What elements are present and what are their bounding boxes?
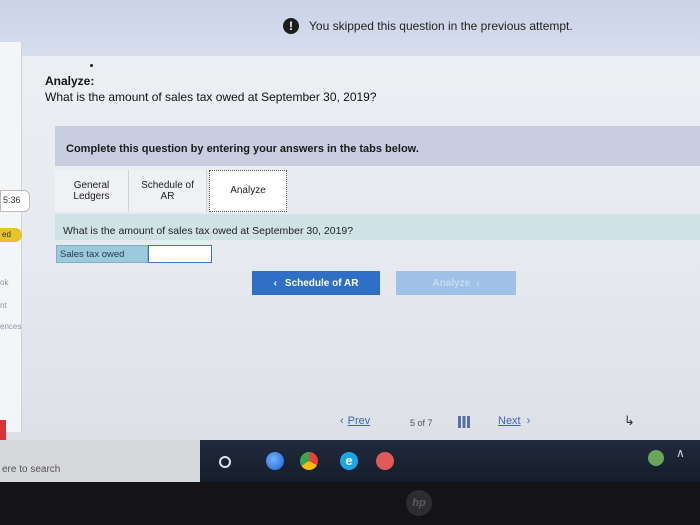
taskbar: ere to search e ∧ xyxy=(0,440,700,482)
next-tab-button[interactable]: Analyze › xyxy=(396,271,516,295)
chevron-right-icon: › xyxy=(476,277,480,289)
cortana-icon[interactable] xyxy=(219,456,231,468)
edge-icon[interactable] xyxy=(266,452,284,470)
pager-prev-label: Prev xyxy=(347,415,371,427)
internet-explorer-icon[interactable]: e xyxy=(340,452,358,470)
chevron-right-icon: › xyxy=(526,415,531,427)
page-count: 5 of 7 xyxy=(410,418,433,428)
chevron-up-icon[interactable]: ∧ xyxy=(676,446,685,460)
pager-next-label: Next xyxy=(498,415,521,427)
sidebar-item-references[interactable]: ences xyxy=(0,322,21,331)
app-icon[interactable] xyxy=(376,452,394,470)
answer-row: Sales tax owed xyxy=(56,245,212,263)
sidebar-item-book[interactable]: ok xyxy=(0,278,8,287)
tab-bar: General Ledgers Schedule of AR Analyze xyxy=(55,170,287,212)
grid-icon[interactable] xyxy=(458,416,470,428)
tab-question-text: What is the amount of sales tax owed at … xyxy=(63,225,354,237)
tab-question-bar: What is the amount of sales tax owed at … xyxy=(55,214,700,240)
taskbar-search[interactable]: ere to search xyxy=(0,440,200,482)
pager-next-link[interactable]: Next › xyxy=(498,415,530,427)
tray-app-icon[interactable] xyxy=(648,450,664,466)
alert-icon: ! xyxy=(283,18,299,34)
chevron-left-icon: ‹ xyxy=(340,415,344,427)
hp-logo: hp xyxy=(406,490,432,516)
sales-tax-input[interactable] xyxy=(148,245,212,263)
pager-prev-link[interactable]: ‹ Prev xyxy=(340,415,370,427)
bullet-dot xyxy=(90,64,93,67)
chevron-left-icon: ‹ xyxy=(273,277,277,289)
browser-screen: ! You skipped this question in the previ… xyxy=(0,0,700,440)
status-badge: ed xyxy=(0,228,22,242)
tab-analyze[interactable]: Analyze xyxy=(209,170,287,212)
next-tab-label: Analyze xyxy=(432,277,471,289)
chrome-icon[interactable] xyxy=(300,452,318,470)
instructions-text: Complete this question by entering your … xyxy=(66,143,419,155)
sidebar-accent xyxy=(0,420,6,440)
mouse-cursor-icon: ↳ xyxy=(624,413,635,428)
question-text: What is the amount of sales tax owed at … xyxy=(45,90,377,104)
banner-text: You skipped this question in the previou… xyxy=(309,19,573,33)
timer: 5:36 xyxy=(0,190,30,212)
tab-schedule-of-ar[interactable]: Schedule of AR xyxy=(129,170,207,212)
sidebar-item-print[interactable]: nt xyxy=(0,301,7,310)
instructions-bar: Complete this question by entering your … xyxy=(55,126,700,166)
skipped-banner: ! You skipped this question in the previ… xyxy=(0,0,700,56)
answer-label: Sales tax owed xyxy=(56,245,148,263)
monitor-bezel xyxy=(0,482,700,525)
prev-tab-button[interactable]: ‹ Schedule of AR xyxy=(252,271,380,295)
question-heading: Analyze: xyxy=(45,74,95,88)
prev-tab-label: Schedule of AR xyxy=(284,277,359,289)
tab-general-ledgers[interactable]: General Ledgers xyxy=(55,170,129,212)
